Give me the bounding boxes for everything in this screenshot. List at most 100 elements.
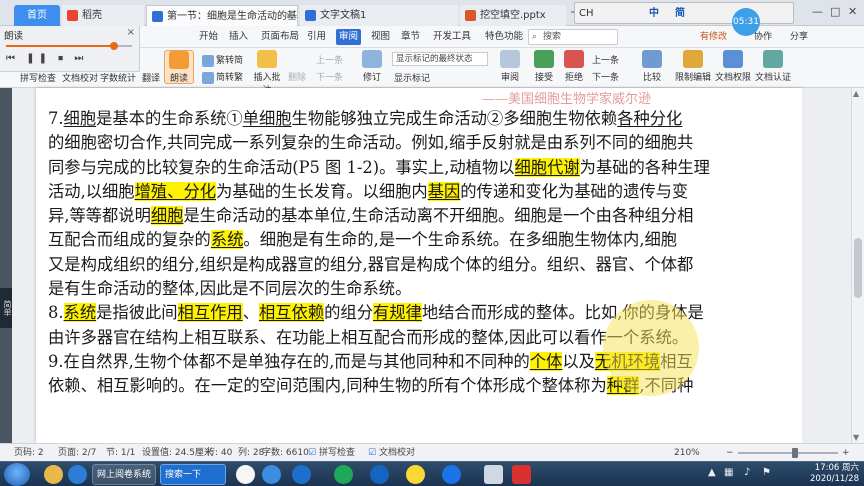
- trad-to-simp-button[interactable]: 繁转简: [202, 53, 243, 67]
- document-line[interactable]: 是有生命活动的整体,因此是不同层次的生命系统。: [48, 277, 794, 301]
- k-app-2-icon[interactable]: [442, 465, 461, 484]
- wechat-icon[interactable]: [334, 465, 353, 484]
- ppt-taskbar-icon[interactable]: [484, 465, 503, 484]
- read-progress-handle[interactable]: [110, 42, 118, 50]
- tab-home[interactable]: 首页: [14, 5, 60, 26]
- document-line[interactable]: 的细胞密切合作,共同完成一系列复杂的生命活动。例如,缩手反射就是由系列不同的细胞…: [48, 131, 794, 155]
- wps-writer-icon[interactable]: [512, 465, 531, 484]
- read-progress-track[interactable]: [6, 42, 132, 50]
- tab-presentation[interactable]: 挖空填空.pptx: [460, 5, 566, 26]
- k-app-icon[interactable]: [370, 465, 389, 484]
- tab-document-2[interactable]: 文字文稿1: [300, 5, 458, 26]
- tab-daoke[interactable]: 稻壳: [62, 5, 144, 26]
- menu-home[interactable]: 开始: [196, 29, 221, 45]
- menu-view[interactable]: 视图: [368, 29, 393, 45]
- prev-change-button[interactable]: 上一条: [592, 53, 619, 66]
- browser-icon[interactable]: [68, 465, 87, 484]
- tray-network-icon[interactable]: ▦: [724, 467, 733, 478]
- share-button[interactable]: 分享: [790, 29, 808, 45]
- plus-app-icon[interactable]: [406, 465, 425, 484]
- delete-comment-button[interactable]: 删除: [288, 70, 306, 83]
- menu-page-layout[interactable]: 页面布局: [258, 29, 302, 45]
- ime-mode[interactable]: 中: [649, 4, 659, 24]
- start-button[interactable]: [4, 463, 30, 486]
- word-count-button[interactable]: 字数统计: [100, 71, 136, 84]
- next-comment-button[interactable]: 下一条: [316, 70, 343, 83]
- maximize-icon[interactable]: □: [830, 5, 840, 18]
- menu-insert[interactable]: 插入: [226, 29, 251, 45]
- doc-rights-button[interactable]: 文档权限: [714, 50, 752, 83]
- zoom-out-button[interactable]: −: [726, 446, 734, 460]
- document-line[interactable]: 同参与完成的比较复杂的生命活动(P5 图 1-2)。事实上,动植物以细胞代谢为基…: [48, 156, 794, 180]
- compare-button[interactable]: 比较: [640, 50, 664, 83]
- doc-cert-button[interactable]: 文档认证: [754, 50, 792, 83]
- tray-volume-icon[interactable]: ♪: [744, 467, 750, 478]
- accept-change-button[interactable]: 接受: [532, 50, 556, 83]
- document-page[interactable]: ——美国细胞生物学家威尔逊 7.细胞是基本的生命系统①单细胞生物能够独立完成生命…: [36, 88, 802, 443]
- menu-developer[interactable]: 开发工具: [430, 29, 474, 45]
- taskbar-search[interactable]: 搜索一下: [160, 464, 226, 485]
- show-markup-button[interactable]: 显示标记: [394, 71, 430, 84]
- globe-icon[interactable]: [262, 465, 281, 484]
- stop-icon[interactable]: ⏹: [58, 53, 67, 64]
- document-line[interactable]: 8.系统是指彼此间相互作用、相互依赖的组分有规律地结合而形成的整体。比如,你的身…: [48, 301, 794, 325]
- pause-icon[interactable]: ❚❚: [26, 53, 51, 64]
- chrome-icon[interactable]: [236, 465, 255, 484]
- next-change-button[interactable]: 下一条: [592, 70, 619, 83]
- vertical-scrollbar[interactable]: ▲ ▼: [851, 88, 864, 443]
- spell-check-button[interactable]: 拼写检查: [20, 71, 56, 84]
- minimize-icon[interactable]: —: [812, 5, 823, 18]
- video-icon[interactable]: [292, 465, 311, 484]
- review-pane-button[interactable]: 审阅: [498, 50, 522, 83]
- close-window-icon[interactable]: ✕: [848, 5, 857, 18]
- taskbar-app-marking[interactable]: 网上阅卷系统: [92, 464, 156, 485]
- read-aloud-button[interactable]: 朗读: [164, 50, 194, 84]
- scroll-up-icon[interactable]: ▲: [853, 89, 859, 98]
- document-body[interactable]: 7.细胞是基本的生命系统①单细胞生物能够独立完成生命活动②多细胞生物依赖各种分化…: [48, 107, 794, 399]
- document-line[interactable]: 互配合而组成的复杂的系统。细胞是有生命的,是一个生命系统。在多细胞生物体内,细胞: [48, 228, 794, 252]
- collab-button[interactable]: 协作: [754, 29, 772, 45]
- status-spell-check[interactable]: ☑ 拼写检查: [308, 446, 355, 460]
- zoom-level[interactable]: 210%: [674, 446, 700, 460]
- taskbar-clock[interactable]: 17:06 周六 2020/11/28: [795, 463, 859, 485]
- menu-review[interactable]: 审阅: [336, 29, 362, 45]
- menu-chapter[interactable]: 章节: [398, 29, 423, 45]
- ime-simplified[interactable]: 简: [675, 4, 685, 24]
- zoom-slider[interactable]: [738, 448, 838, 458]
- zoom-in-button[interactable]: +: [842, 446, 850, 460]
- prev-comment-button[interactable]: 上一条: [316, 53, 343, 66]
- document-line[interactable]: 9.在自然界,生物个体都不是单独存在的,而是与其他同种和不同种的个体以及无机环境…: [48, 350, 794, 374]
- tab-document-active[interactable]: 第一节：细胞是生命活动的基本单位 ×: [146, 5, 298, 26]
- next-icon[interactable]: ⏭: [74, 53, 87, 64]
- unsaved-indicator[interactable]: 有修改: [700, 29, 727, 45]
- restrict-edit-button[interactable]: 限制编辑: [674, 50, 712, 83]
- translate-button[interactable]: 翻译: [142, 71, 160, 84]
- folder-icon[interactable]: [44, 465, 63, 484]
- document-line[interactable]: 7.细胞是基本的生命系统①单细胞生物能够独立完成生命活动②多细胞生物依赖各种分化: [48, 107, 794, 131]
- ime-lang[interactable]: CH: [579, 4, 594, 24]
- menu-features[interactable]: 特色功能: [482, 29, 526, 45]
- tray-flag-icon[interactable]: ⚑: [762, 467, 771, 478]
- scrollbar-thumb[interactable]: [854, 238, 862, 298]
- document-line[interactable]: 由许多器官在结构上相互联系、在功能上相互配合而形成的整体,因此可以看作一个系统。: [48, 326, 794, 350]
- doc-proof-button[interactable]: 文档校对: [62, 71, 98, 84]
- document-line[interactable]: 又是构成组织的组分,组织是构成器宣的组分,器官是构成个体的组分。组织、器官、个体…: [48, 253, 794, 277]
- markup-state-dropdown[interactable]: 显示标记的最终状态: [392, 52, 488, 66]
- close-icon[interactable]: ×: [127, 27, 135, 38]
- document-line[interactable]: 活动,以细胞增殖、分化为基础的生长发育。以细胞内基因的传递和变化为基础的遗传与变: [48, 180, 794, 204]
- track-changes-button[interactable]: 修订: [360, 50, 384, 83]
- previous-icon[interactable]: ⏮: [6, 53, 19, 64]
- close-icon[interactable]: ×: [285, 6, 293, 26]
- tray-chevron-icon[interactable]: ▲: [708, 467, 716, 478]
- zoom-slider-handle[interactable]: [792, 448, 798, 458]
- reject-change-button[interactable]: 拒绝: [562, 50, 586, 83]
- status-word-count[interactable]: 字数: 6610: [262, 446, 309, 460]
- status-doc-proof[interactable]: ☑ 文档校对: [368, 446, 415, 460]
- simp-to-trad-button[interactable]: 简转繁: [202, 70, 243, 84]
- menu-references[interactable]: 引用: [304, 29, 329, 45]
- scroll-down-icon[interactable]: ▼: [853, 433, 859, 442]
- document-line[interactable]: 异,等等都说明细胞是生命活动的基本单位,生命活动离不开细胞。细胞是一个由各种组分…: [48, 204, 794, 228]
- status-pages[interactable]: 页面: 2/7: [58, 446, 96, 460]
- document-line[interactable]: 依赖、相互影响的。在一定的空间范围内,同种生物的所有个体形成个整体称为种群,不同…: [48, 374, 794, 398]
- search-input[interactable]: ⌕ 搜索: [528, 29, 618, 45]
